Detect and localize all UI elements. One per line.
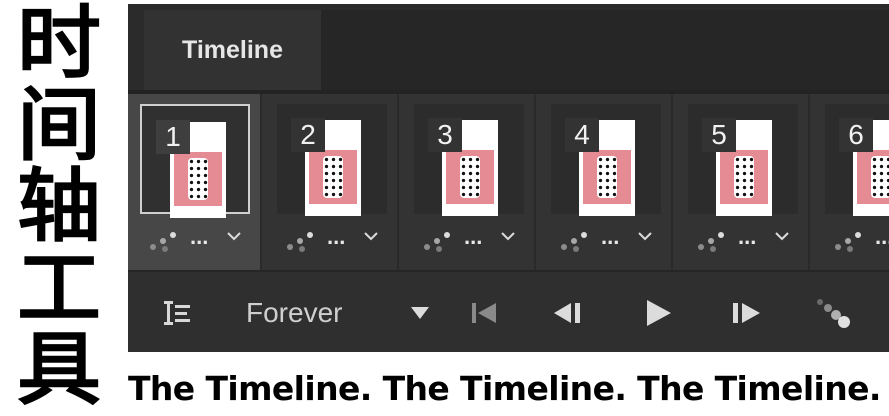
- frame-thumbnail[interactable]: 6: [825, 104, 889, 216]
- tab-timeline[interactable]: Timeline: [144, 10, 321, 90]
- panel-tab-bar: Timeline: [128, 4, 889, 90]
- frame-dots-icon: [561, 228, 597, 254]
- frame-number: 4: [565, 118, 599, 152]
- frame-number: 1: [156, 120, 190, 154]
- frame-delay-control[interactable]: ...: [813, 222, 889, 262]
- frame-dots-icon: [698, 228, 734, 254]
- timeline-options-icon[interactable]: [152, 272, 202, 352]
- frame-delay-value: ...: [464, 224, 483, 249]
- tab-bar-empty: [321, 10, 889, 90]
- chevron-down-icon[interactable]: [637, 228, 653, 244]
- previous-frame-icon[interactable]: [546, 272, 590, 352]
- side-title-char: 工: [17, 241, 101, 335]
- frame-thumbnail[interactable]: 2: [277, 104, 387, 216]
- frame-delay-value: ...: [327, 224, 346, 249]
- chevron-down-icon[interactable]: [363, 228, 379, 244]
- next-frame-icon[interactable]: [724, 272, 768, 352]
- chevron-down-icon[interactable]: [774, 228, 790, 244]
- side-title-char: 间: [17, 78, 101, 172]
- frame-number: 2: [291, 118, 325, 152]
- frame-delay-value: ...: [190, 224, 209, 249]
- frame-delay-control[interactable]: ...: [128, 222, 262, 262]
- frame-delay-control[interactable]: ...: [402, 222, 536, 262]
- animation-frame[interactable]: 2...: [265, 94, 399, 270]
- animation-frame[interactable]: 1...: [128, 94, 262, 270]
- frame-dots-icon: [287, 228, 323, 254]
- side-title-char: 具: [17, 323, 101, 416]
- timeline-controls: Forever: [128, 270, 889, 352]
- frame-thumbnail[interactable]: 5: [688, 104, 798, 216]
- frame-delay-value: ...: [738, 224, 757, 249]
- frame-dots-icon: [835, 228, 871, 254]
- side-title-char: 时: [17, 0, 101, 90]
- frame-number: 5: [702, 118, 736, 152]
- frame-delay-control[interactable]: ...: [265, 222, 399, 262]
- frame-thumbnail[interactable]: 3: [414, 104, 524, 216]
- animation-frame[interactable]: 5...: [676, 94, 810, 270]
- chevron-down-icon[interactable]: [500, 228, 516, 244]
- caption-text: The Timeline. The Timeline. The Timeline…: [128, 369, 881, 408]
- side-title: 时 间 轴 工 具: [0, 0, 118, 416]
- timeline-panel: Timeline 1...2...3...4...5...6... Foreve…: [128, 4, 889, 352]
- frame-thumbnail[interactable]: 4: [551, 104, 661, 216]
- side-title-char: 轴: [17, 160, 101, 253]
- chevron-down-icon[interactable]: [226, 228, 242, 244]
- frame-delay-control[interactable]: ...: [539, 222, 673, 262]
- tween-icon[interactable]: [808, 272, 856, 352]
- frame-delay-value: ...: [601, 224, 620, 249]
- frame-thumbnail[interactable]: 1: [140, 104, 250, 218]
- frame-delay-value: ...: [875, 224, 889, 249]
- animation-frame[interactable]: 4...: [539, 94, 673, 270]
- loop-options-value[interactable]: Forever: [246, 272, 406, 352]
- frame-number: 3: [428, 118, 462, 152]
- frame-number: 6: [839, 118, 873, 152]
- animation-frame[interactable]: 6...: [813, 94, 889, 270]
- frame-delay-control[interactable]: ...: [676, 222, 810, 262]
- animation-frame[interactable]: 3...: [402, 94, 536, 270]
- frame-dots-icon: [424, 228, 460, 254]
- frame-strip: 1...2...3...4...5...6...: [128, 94, 889, 270]
- play-icon[interactable]: [636, 272, 680, 352]
- frame-dots-icon: [150, 228, 186, 254]
- caret-down-icon[interactable]: [402, 272, 438, 352]
- first-frame-icon[interactable]: [464, 272, 504, 352]
